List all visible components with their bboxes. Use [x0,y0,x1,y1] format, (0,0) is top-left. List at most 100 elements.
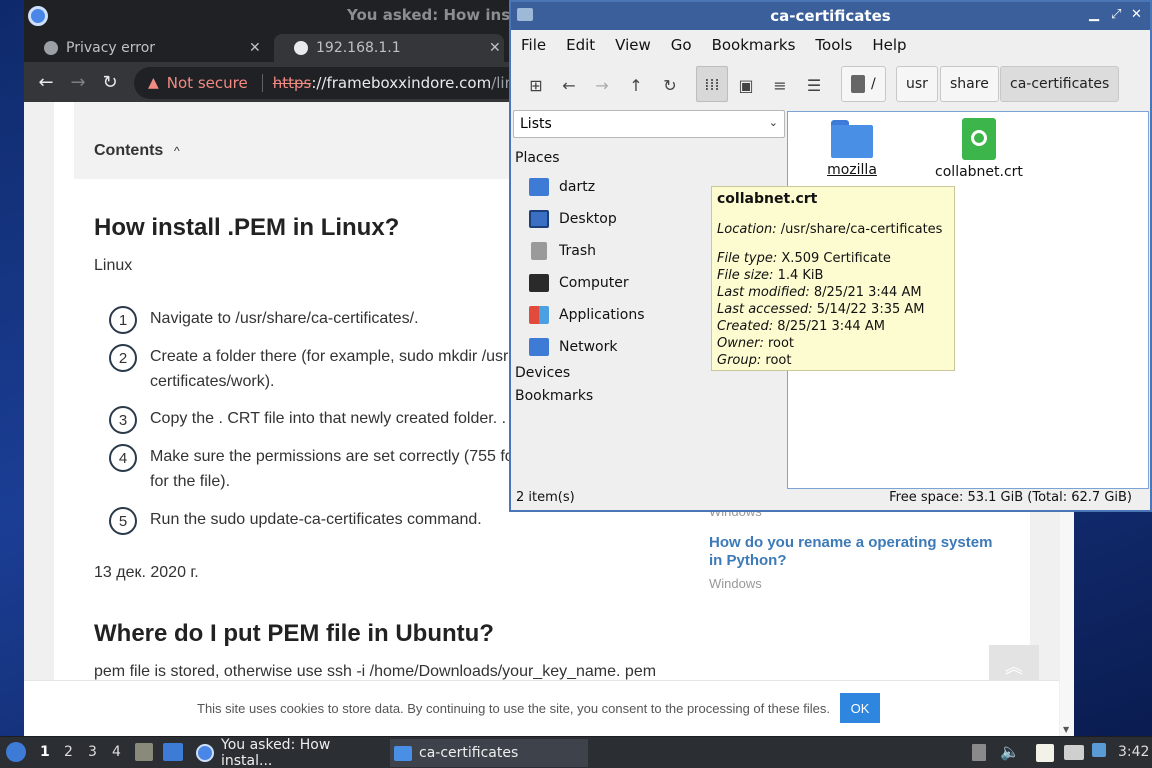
devices-header[interactable]: Devices [515,365,570,381]
new-tab-icon[interactable]: ⊞ [523,72,549,98]
path-ca-certificates[interactable]: ca-certificates [1000,66,1120,102]
notification-icon[interactable] [1092,743,1106,757]
workspace-3[interactable]: 3 [88,744,97,760]
file-tooltip: collabnet.crt Location: /usr/share/ca-ce… [711,186,955,371]
side-pane-mode-select[interactable]: Lists ⌄ [513,110,785,138]
certificate-icon [962,118,996,160]
workspace-4[interactable]: 4 [112,744,121,760]
compact-view-icon[interactable]: ≡ [767,72,793,98]
thumbnail-view-icon[interactable]: ▣ [733,72,759,98]
sidebar-item-trash[interactable]: Trash [529,242,596,260]
maximize-icon[interactable]: ⤢ [1111,7,1121,22]
tab-privacy-error[interactable]: Privacy error ✕ [24,34,269,62]
up-icon[interactable]: ↑ [623,72,649,98]
workspace-1[interactable]: 1 [40,744,50,760]
forward-icon[interactable]: → [62,66,94,98]
volume-icon[interactable]: 🔈 [1000,742,1020,761]
network-status-icon[interactable] [1064,745,1084,760]
step-text: Make sure the permissions are set correc… [150,448,514,490]
clock[interactable]: 3:42 [1118,744,1149,760]
step-number: 5 [109,507,137,535]
fm-titlebar: ca-certificates ▁ ⤢ ✕ [511,2,1150,30]
folder-icon [831,120,873,158]
tooltip-type: File type: X.509 Certificate [717,251,891,266]
tab-router[interactable]: 192.168.1.1 ✕ [274,34,504,62]
contents-label: Contents [94,142,164,159]
browser-app-icon[interactable] [28,6,48,26]
forward-icon[interactable]: → [589,72,615,98]
task-file-manager[interactable]: ca-certificates [390,739,588,767]
menu-view[interactable]: View [615,36,651,54]
drive-icon [851,75,865,93]
file-item-collabnet[interactable]: collabnet.crt [931,118,1027,180]
sidebar-item-network[interactable]: Network [529,338,617,356]
menu-tools[interactable]: Tools [815,36,852,54]
list-item: 1 Navigate to /usr/share/ca-certificates… [109,306,530,334]
globe-icon [44,41,58,55]
menu-edit[interactable]: Edit [566,36,595,54]
desktop-launcher-icon[interactable] [163,743,183,761]
taskbar: 1 2 3 4 You asked: How instal... ca-cert… [0,736,1152,768]
path-label: / [871,76,876,92]
menu-help[interactable]: Help [872,36,906,54]
chevron-up-icon[interactable]: ^ [174,144,180,158]
menu-file[interactable]: File [521,36,546,54]
reload-icon[interactable]: ↻ [94,66,126,98]
icon-view-icon[interactable]: ⁞⁞⁞ [696,66,728,102]
bookmarks-header[interactable]: Bookmarks [515,388,593,404]
sidebar-item-applications[interactable]: Applications [529,306,645,324]
status-free-space: Free space: 53.1 GiB (Total: 62.7 GiB) [889,490,1132,505]
sidebar-item-home[interactable]: dartz [529,178,595,196]
desktop-icon [529,210,549,228]
notes-icon[interactable] [1036,744,1054,762]
network-icon [529,338,549,356]
reload-icon[interactable]: ↻ [657,72,683,98]
fm-toolbar: ⊞ ← → ↑ ↻ ⁞⁞⁞ ▣ ≡ ☰ / usr share ca-certi… [511,60,1150,108]
path-usr[interactable]: usr [896,66,938,102]
scroll-down-icon[interactable]: ▼ [1063,725,1069,734]
file-manager-launcher-icon[interactable] [135,743,153,761]
tooltip-owner: Owner: root [717,336,795,351]
task-label: You asked: How instal... [221,737,331,768]
related-category: Windows [709,576,762,591]
heading-install-pem: How install .PEM in Linux? [94,214,400,241]
task-browser[interactable]: You asked: How instal... [192,737,386,768]
step-number: 3 [109,406,137,434]
detailed-view-icon[interactable]: ☰ [801,72,827,98]
table-of-contents[interactable]: Contents ^ [74,102,544,179]
back-icon[interactable]: ← [30,66,62,98]
heading-where-pem: Where do I put PEM file in Ubuntu? [94,620,494,647]
sidebar-item-desktop[interactable]: Desktop [529,210,617,228]
sidebar-item-label: dartz [559,179,596,195]
path-root[interactable]: / [841,66,886,102]
url-scheme: https [272,74,312,92]
date-label: 13 дек. 2020 г. [94,564,199,581]
minimize-icon[interactable]: ▁ [1089,7,1099,22]
related-link[interactable]: How do you rename a operating system in … [709,534,1009,570]
workspace-2[interactable]: 2 [64,744,73,760]
cookie-ok-button[interactable]: OK [840,693,880,723]
close-tab-icon[interactable]: ✕ [249,40,261,56]
list-item: 4 Make sure the permissions are set corr… [109,444,530,494]
select-value: Lists [520,116,552,132]
menu-bookmarks[interactable]: Bookmarks [712,36,796,54]
tooltip-location: Location: /usr/share/ca-certificates [717,222,943,237]
start-menu-icon[interactable] [6,742,26,762]
menu-bar: File Edit View Go Bookmarks Tools Help [511,30,1150,60]
places-header[interactable]: Places [515,150,560,166]
sidebar-item-computer[interactable]: Computer [529,274,629,292]
sidebar-item-label: Desktop [559,211,617,227]
menu-go[interactable]: Go [671,36,692,54]
list-item: 5 Run the sudo update-ca-certificates co… [109,507,530,535]
security-label[interactable]: Not secure [167,74,248,92]
sidebar-item-label: Applications [559,307,645,323]
back-icon[interactable]: ← [556,72,582,98]
close-icon[interactable]: ✕ [1131,7,1142,22]
paragraph: pem file is stored, otherwise use ssh -i… [94,663,657,680]
clipboard-icon[interactable] [972,744,986,761]
close-tab-icon[interactable]: ✕ [489,40,501,56]
path-share[interactable]: share [940,66,999,102]
cookie-text: This site uses cookies to store data. By… [197,701,831,716]
file-item-mozilla[interactable]: mozilla [818,120,886,178]
chevron-up-icon: ︽ [1005,657,1023,678]
